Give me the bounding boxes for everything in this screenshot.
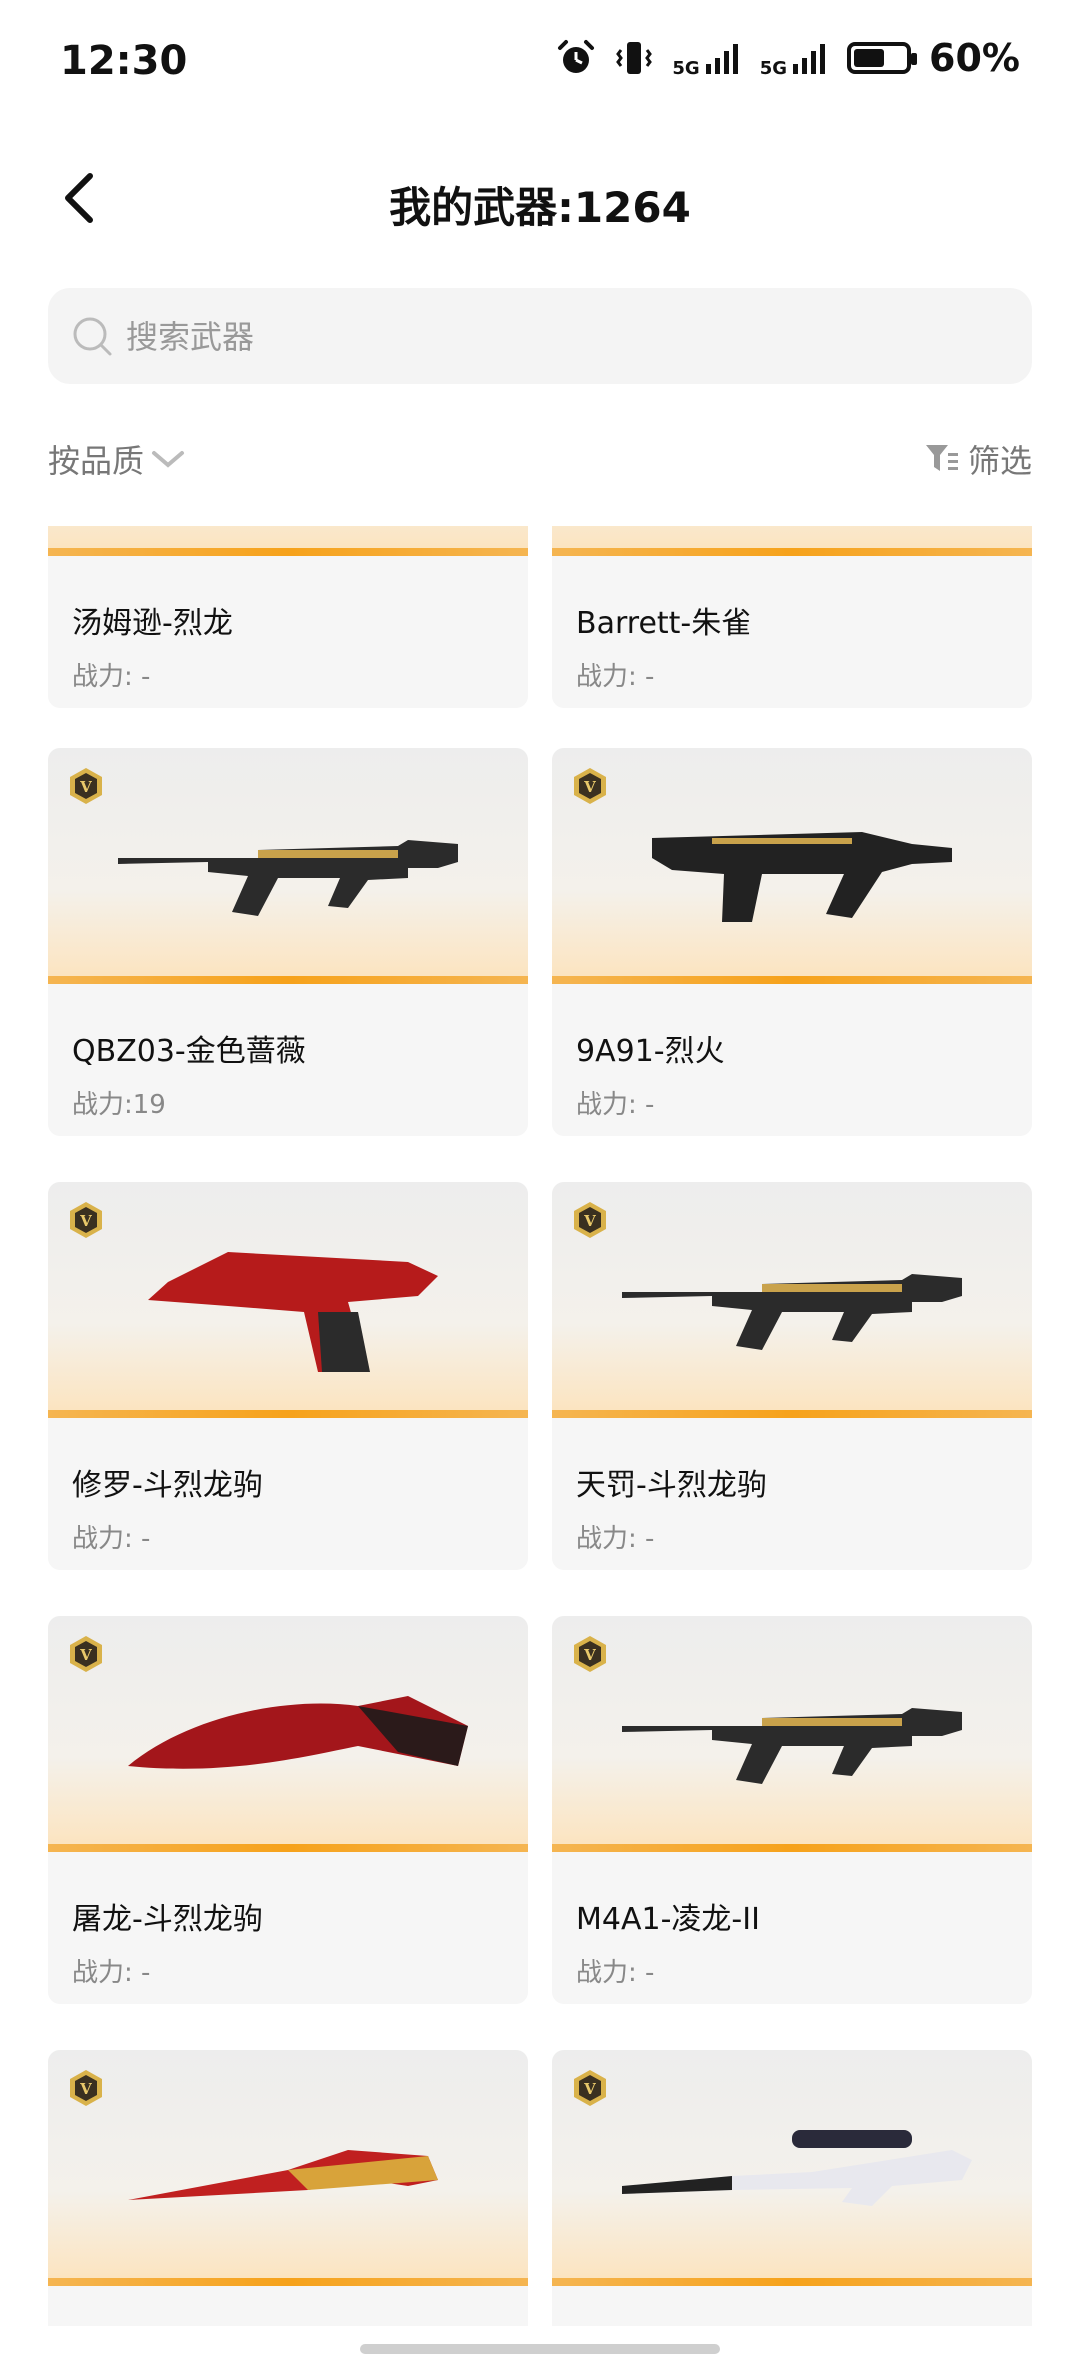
quality-bar (552, 2278, 1032, 2286)
search-bar[interactable] (48, 288, 1032, 386)
sort-dropdown[interactable]: 按品质 (48, 436, 186, 482)
v-badge-icon: V (70, 1202, 102, 1238)
svg-text:V: V (583, 1212, 596, 1230)
weapon-power: 战力: - (72, 1958, 151, 1988)
quality-bar (48, 2278, 528, 2286)
svg-text:V: V (583, 778, 596, 796)
quality-bar (48, 1410, 528, 1418)
chevron-down-icon (152, 451, 185, 468)
weapon-card[interactable]: V 天罚-斗烈龙驹战力: - (552, 1182, 1032, 1570)
weapon-card[interactable]: V 修罗-斗烈龙驹战力: - (48, 1182, 528, 1570)
status-time: 12:30 (60, 38, 188, 84)
weapon-card[interactable]: VBarrett-朱雀战力: - (552, 526, 1032, 708)
v-badge-icon: V (574, 768, 606, 804)
quality-bar (552, 548, 1032, 556)
network-label-1: 5G (672, 58, 700, 79)
weapon-card[interactable]: V (552, 2050, 1032, 2326)
v-badge-icon: V (70, 2070, 102, 2106)
weapon-name: 修罗-斗烈龙驹 (72, 1468, 263, 1503)
weapon-name: Barrett-朱雀 (576, 606, 752, 641)
search-input[interactable] (124, 288, 1008, 386)
v-badge-icon: V (574, 1636, 606, 1672)
battery-percent: 60% (929, 36, 1020, 80)
quality-bar (552, 976, 1032, 984)
v-badge-icon: V (70, 1636, 102, 1672)
vibrate-icon (616, 42, 653, 74)
quality-bar (48, 1844, 528, 1852)
svg-text:V: V (79, 1212, 92, 1230)
status-bar: 12:30 5G 5G 60% (0, 0, 1080, 125)
weapon-card[interactable]: V (48, 2050, 528, 2326)
weapon-card[interactable]: V 屠龙-斗烈龙驹战力: - (48, 1616, 528, 2004)
weapon-card[interactable]: V QBZ03-金色蔷薇战力:19 (48, 748, 528, 1136)
quality-bar (48, 548, 528, 556)
weapon-name: 天罚-斗烈龙驹 (576, 1468, 767, 1503)
battery-icon (847, 42, 918, 74)
filter-label: 筛选 (967, 442, 1032, 480)
weapon-card[interactable]: V M4A1-凌龙-II 战力: - (552, 1616, 1032, 2004)
svg-text:V: V (583, 2080, 596, 2098)
weapon-power: 战力: - (72, 1524, 151, 1554)
weapon-power: 战力: - (576, 1958, 655, 1988)
weapon-name: 9A91-烈火 (576, 1034, 725, 1069)
page-title: 我的武器:1264 (389, 183, 691, 232)
pistol-icon (148, 1252, 438, 1372)
search-icon (73, 317, 112, 356)
svg-text:V: V (79, 1646, 92, 1664)
quality-bar (48, 976, 528, 984)
v-badge-icon: V (574, 1202, 606, 1238)
blade-icon (128, 2150, 438, 2200)
sort-label: 按品质 (48, 442, 145, 480)
quality-bar (552, 1410, 1032, 1418)
signal-icon (705, 44, 738, 74)
weapon-name: M4A1-凌龙-II (576, 1902, 760, 1937)
v-badge-icon: V (70, 768, 102, 804)
weapon-card[interactable]: V汤姆逊-烈龙战力: - (48, 526, 528, 708)
status-icons: 5G 5G 60% (556, 36, 1020, 80)
home-indicator[interactable] (360, 2344, 720, 2354)
rifle-icon (622, 1274, 962, 1350)
weapon-name: QBZ03-金色蔷薇 (72, 1034, 306, 1069)
weapon-power: 战力:19 (72, 1090, 166, 1120)
rifle-icon (118, 840, 458, 916)
weapon-power: 战力: - (72, 662, 151, 692)
v-badge-icon: V (574, 2070, 606, 2106)
weapon-card[interactable]: V 9A91-烈火战力: - (552, 748, 1032, 1136)
weapon-name: 屠龙-斗烈龙驹 (72, 1902, 263, 1937)
network-label-2: 5G (759, 58, 788, 79)
quality-bar (552, 1844, 1032, 1852)
filter-button[interactable]: 筛选 (924, 436, 1032, 482)
svg-text:V: V (79, 2080, 92, 2098)
alarm-icon (558, 40, 595, 73)
rifle-icon (622, 1708, 962, 1784)
header: 我的武器:1264 (0, 140, 1080, 260)
svg-text:V: V (583, 1646, 596, 1664)
knife-icon (128, 1696, 468, 1769)
svg-text:V: V (79, 778, 92, 796)
signal-icon (793, 44, 826, 74)
weapon-name: 汤姆逊-烈龙 (72, 606, 233, 641)
smg-icon (652, 832, 952, 922)
weapon-power: 战力: - (576, 1524, 655, 1554)
sniper-icon (622, 2130, 972, 2206)
weapon-power: 战力: - (576, 1090, 655, 1120)
weapon-power: 战力: - (576, 662, 655, 692)
weapon-grid: V汤姆逊-烈龙战力: -VBarrett-朱雀战力: -VQBZ03-金色蔷薇战… (48, 526, 1032, 2326)
filter-icon (925, 445, 958, 471)
